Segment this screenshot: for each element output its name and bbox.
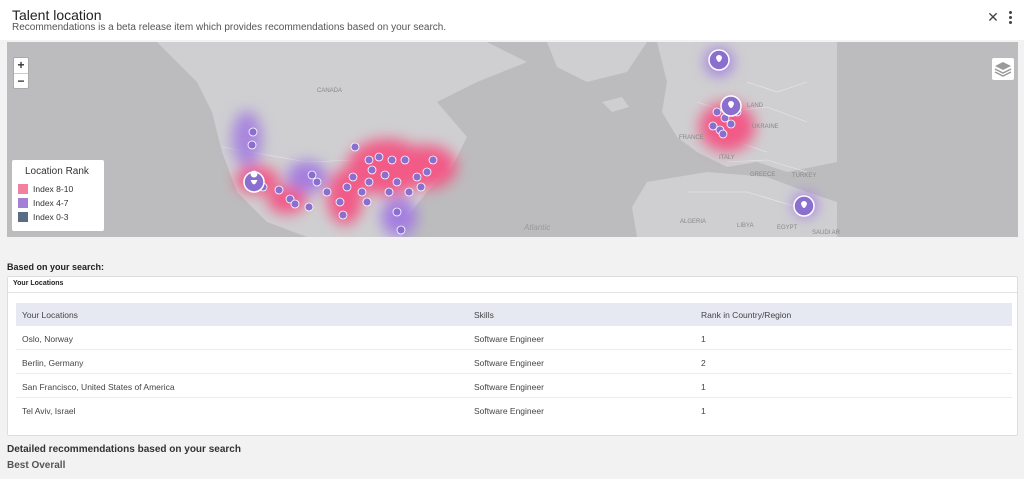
legend-label-mid: Index 4-7 — [33, 197, 69, 208]
cell-location: San Francisco, United States of America — [22, 382, 175, 392]
cell-location: Berlin, Germany — [22, 358, 84, 368]
map-label-turkey: TURKEY — [792, 173, 816, 179]
column-header-skills[interactable]: Skills — [474, 310, 494, 320]
cell-skill: Software Engineer — [474, 334, 544, 344]
more-options-button[interactable] — [1005, 10, 1015, 26]
legend-swatch-high — [18, 183, 28, 194]
table-header: Your Locations Skills Rank in Country/Re… — [16, 303, 1012, 326]
location-rank-legend: Location Rank Index 8-10 Index 4-7 Index… — [12, 160, 104, 231]
legend-item-mid: Index 4-7 — [18, 197, 68, 209]
close-button[interactable]: ✕ — [986, 10, 1000, 24]
legend-item-low: Index 0-3 — [18, 211, 68, 223]
table-row[interactable]: San Francisco, United States of America … — [16, 374, 1012, 398]
dialog-header: Talent location Recommendations is a bet… — [0, 0, 1024, 40]
map-label-algeria: ALGERIA — [680, 219, 706, 225]
column-header-rank[interactable]: Rank in Country/Region — [701, 310, 791, 320]
more-vertical-icon — [1005, 11, 1015, 24]
cell-rank: 1 — [701, 382, 706, 392]
search-heading: Based on your search: — [7, 262, 105, 272]
talent-map[interactable]: CANADA Atlantic LAND UKRAINE FRANCE ITAL… — [7, 42, 1018, 237]
cell-rank: 1 — [701, 334, 706, 344]
map-canvas[interactable]: CANADA Atlantic LAND UKRAINE FRANCE ITAL… — [7, 42, 1018, 237]
detailed-heading: Detailed recommendations based on your s… — [7, 444, 241, 455]
map-label-ukraine: UKRAINE — [752, 124, 779, 130]
cell-skill: Software Engineer — [474, 358, 544, 368]
map-label-libya: LIBYA — [737, 223, 754, 229]
map-label-italy: ITALY — [719, 155, 735, 161]
table-row[interactable]: Oslo, Norway Software Engineer 1 — [16, 326, 1012, 350]
legend-swatch-mid — [18, 197, 28, 208]
best-overall-heading: Best Overall — [7, 460, 66, 471]
map-label-france: FRANCE — [679, 135, 704, 141]
cell-location: Oslo, Norway — [22, 334, 74, 344]
map-label-saudi: SAUDI AR — [812, 230, 841, 236]
legend-item-high: Index 8-10 — [18, 183, 73, 195]
your-locations-card: Your Locations Your Locations Skills Ran… — [7, 276, 1018, 436]
zoom-out-button[interactable]: − — [14, 73, 28, 88]
cell-skill: Software Engineer — [474, 406, 544, 416]
map-label-greece: GREECE — [750, 172, 775, 178]
map-label-egypt: EGYPT — [777, 225, 798, 231]
cut-off-content — [7, 474, 1012, 479]
column-header-location[interactable]: Your Locations — [22, 310, 78, 320]
zoom-in-button[interactable]: + — [14, 58, 28, 73]
page-title: Talent location — [12, 7, 102, 23]
legend-swatch-low — [18, 211, 28, 222]
map-label-land: LAND — [747, 103, 764, 109]
table-row[interactable]: Tel Aviv, Israel Software Engineer 1 — [16, 398, 1012, 422]
page-subtitle: Recommendations is a beta release item w… — [12, 22, 447, 33]
map-label-atlantic: Atlantic — [523, 223, 550, 232]
layers-button[interactable] — [991, 57, 1015, 81]
zoom-control: + − — [13, 57, 29, 89]
table-row[interactable]: Berlin, Germany Software Engineer 2 — [16, 350, 1012, 374]
cell-location: Tel Aviv, Israel — [22, 406, 76, 416]
layers-icon — [994, 62, 1012, 77]
cell-rank: 2 — [701, 358, 706, 368]
legend-title: Location Rank — [25, 166, 89, 177]
close-icon: ✕ — [987, 9, 999, 25]
card-title: Your Locations — [13, 280, 64, 287]
legend-label-high: Index 8-10 — [33, 183, 74, 194]
map-label-canada: CANADA — [317, 88, 342, 94]
cell-rank: 1 — [701, 406, 706, 416]
cell-skill: Software Engineer — [474, 382, 544, 392]
card-divider — [8, 292, 1017, 293]
legend-label-low: Index 0-3 — [33, 211, 69, 222]
